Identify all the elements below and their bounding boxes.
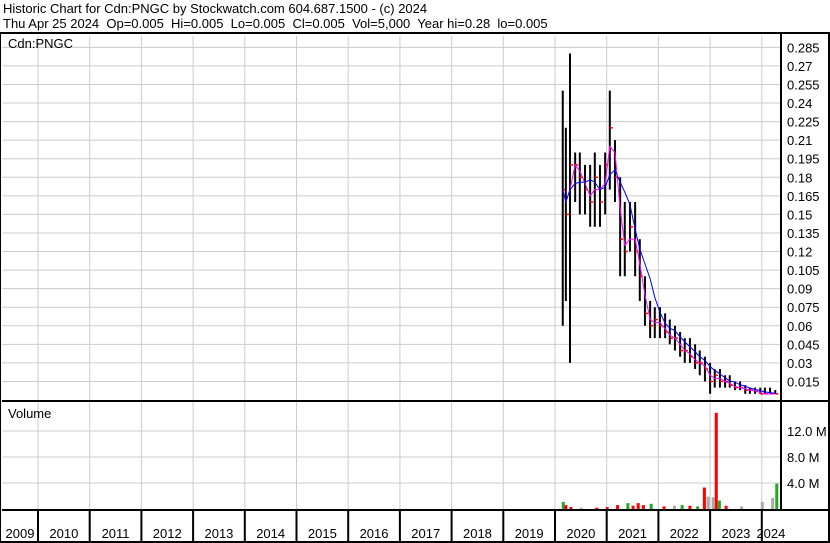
year-label: 2022: [670, 526, 699, 541]
chart-frame: [0, 32, 830, 543]
price-tick-label: 0.195: [787, 152, 820, 167]
year-label: 2024: [756, 526, 785, 541]
price-tick-label: 0.045: [787, 337, 820, 352]
price-tick-label: 0.15: [787, 207, 812, 222]
year-label: 2010: [49, 526, 78, 541]
price-tick-label: 0.24: [787, 96, 812, 111]
year-label: 2023: [721, 526, 750, 541]
price-tick-label: 0.165: [787, 189, 820, 204]
year-label: 2018: [463, 526, 492, 541]
price-tick-label: 0.105: [787, 263, 820, 278]
price-tick-label: 0.075: [787, 300, 820, 315]
volume-bar: [688, 505, 692, 509]
volume-bar: [696, 506, 700, 509]
year-label: 2020: [566, 526, 595, 541]
volume-bar: [702, 487, 706, 509]
volume-bar: [649, 503, 653, 509]
symbol-label: Cdn:PNGC: [8, 36, 73, 51]
year-label: 2012: [153, 526, 182, 541]
volume-bar: [724, 505, 728, 509]
price-tick-label: 0.12: [787, 245, 812, 260]
volume-bar: [775, 483, 779, 509]
volume-bar: [626, 503, 630, 509]
chart-window: Historic Chart for Cdn:PNGC by Stockwatc…: [0, 0, 830, 543]
price-tick-label: 0.18: [787, 170, 812, 185]
volume-bar: [680, 505, 684, 509]
year-label: 2021: [618, 526, 647, 541]
volume-bar: [605, 507, 609, 509]
price-tick-label: 0.27: [787, 59, 812, 74]
volume-bar: [569, 507, 573, 509]
year-label: 2016: [360, 526, 389, 541]
volume-label: Volume: [8, 406, 51, 421]
volume-bar: [711, 497, 715, 509]
volume-bar: [672, 505, 676, 509]
volume-bar: [631, 505, 635, 509]
volume-bar: [595, 507, 599, 509]
year-label: 2014: [256, 526, 285, 541]
year-label: 2009: [6, 526, 35, 541]
year-label: 2017: [411, 526, 440, 541]
volume-bar: [717, 500, 721, 509]
volume-bar: [564, 505, 568, 509]
volume-bar: [641, 505, 645, 509]
volume-bar: [636, 503, 640, 509]
price-tick-label: 0.285: [787, 40, 820, 55]
volume-tick-label: 12.0 M: [787, 424, 827, 439]
volume-tick-label: 8.0 M: [787, 450, 820, 465]
volume-bar: [760, 501, 764, 509]
year-label: 2011: [102, 526, 130, 541]
price-tick-label: 0.135: [787, 226, 820, 241]
volume-bar: [740, 506, 744, 509]
volume-tick-label: 4.0 M: [787, 476, 820, 491]
price-tick-label: 0.225: [787, 115, 820, 130]
volume-bar: [706, 496, 710, 509]
price-tick-label: 0.255: [787, 77, 820, 92]
volume-bar: [579, 507, 583, 509]
volume-bar: [771, 497, 775, 509]
price-tick-label: 0.03: [787, 356, 812, 371]
year-label: 2013: [204, 526, 233, 541]
year-label: 2019: [515, 526, 544, 541]
price-tick-label: 0.21: [787, 133, 812, 148]
price-tick-label: 0.06: [787, 319, 812, 334]
volume-bar: [714, 412, 718, 509]
volume-bar: [561, 501, 565, 509]
price-tick-label: 0.09: [787, 282, 812, 297]
volume-bar: [662, 506, 666, 509]
price-volume-chart: 2009 2010 2011 2012 2013 2014 2015 2016 2017 2018…: [0, 32, 830, 543]
price-tick-label: 0.015: [787, 374, 820, 389]
volume-bar: [616, 505, 620, 509]
year-label: 2015: [308, 526, 337, 541]
